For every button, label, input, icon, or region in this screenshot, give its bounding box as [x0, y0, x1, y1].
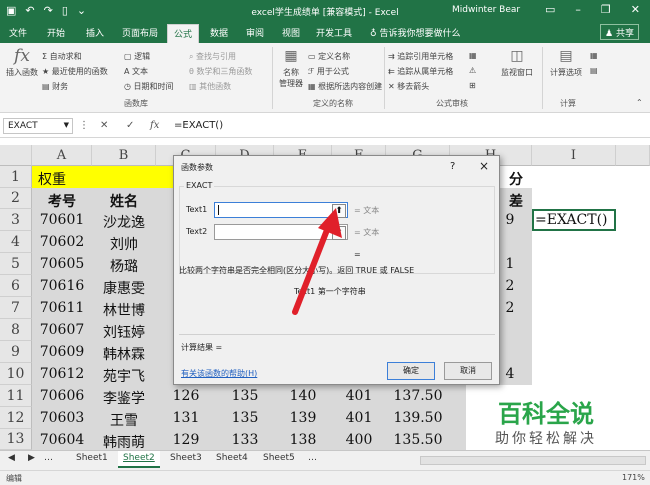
sheet-tab-bar: ◀ ▶ … Sheet1 Sheet2 Sheet3 Sheet4 Sheet5…	[0, 450, 650, 470]
more-sheets-icon[interactable]: …	[308, 453, 317, 463]
next-sheet-icon[interactable]: ▶	[28, 453, 35, 463]
watermark-brand: 百科全说	[498, 400, 594, 428]
horizontal-scrollbar[interactable]	[420, 456, 646, 465]
arrow-head	[318, 208, 342, 238]
more-sheets-icon[interactable]: …	[44, 453, 53, 463]
zoom-level[interactable]: 171%	[622, 473, 645, 482]
sheet-tab[interactable]: Sheet1	[76, 453, 108, 463]
status-bar: 编辑 171%	[0, 470, 650, 485]
sheet-tab[interactable]: Sheet4	[216, 453, 248, 463]
sheet-tab-active[interactable]: Sheet2	[118, 451, 160, 468]
arrow-shaft	[292, 227, 330, 315]
sheet-tab[interactable]: Sheet5	[263, 453, 295, 463]
watermark-tagline: 助你轻松解决	[495, 431, 597, 447]
watermark: 百科全说 助你轻松解决	[466, 400, 626, 450]
prev-sheet-icon[interactable]: ◀	[8, 453, 15, 463]
status-mode: 编辑	[6, 474, 22, 483]
sheet-tab[interactable]: Sheet3	[170, 453, 202, 463]
